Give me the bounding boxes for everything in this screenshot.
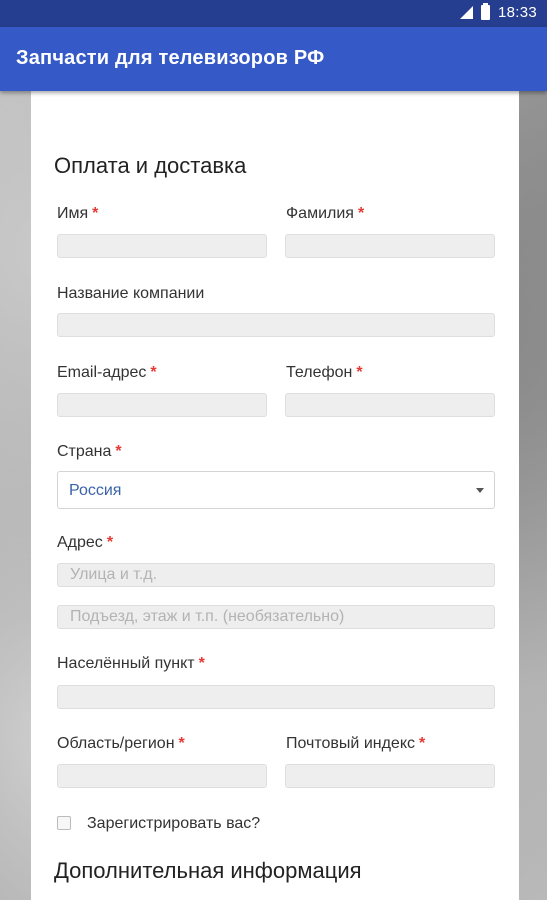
company-label: Название компании [57, 285, 205, 302]
last-name-label-text: Фамилия [286, 205, 354, 222]
country-select[interactable]: Россия [57, 471, 495, 509]
first-name-label-text: Имя [57, 205, 89, 222]
required-mark: * [356, 364, 363, 381]
required-mark: * [419, 735, 426, 752]
phone-label-text: Телефон [286, 364, 353, 381]
postcode-label: Почтовый индекс * [286, 735, 425, 753]
phone-field[interactable] [285, 393, 495, 417]
app-bar: Запчасти для телевизоров РФ [0, 27, 547, 91]
phone-label: Телефон * [286, 364, 363, 382]
register-checkbox[interactable] [57, 816, 71, 830]
address-line1-field[interactable] [57, 563, 495, 587]
region-field[interactable] [57, 764, 267, 788]
country-label: Страна * [57, 443, 122, 461]
city-label: Населённый пункт * [57, 655, 205, 673]
last-name-label: Фамилия * [286, 205, 364, 223]
app-title: Запчасти для телевизоров РФ [16, 47, 325, 69]
region-label-text: Область/регион [57, 735, 175, 752]
required-mark: * [115, 443, 122, 460]
city-field[interactable] [57, 685, 495, 709]
required-mark: * [92, 205, 99, 222]
city-label-text: Населённый пункт [57, 655, 195, 672]
region-label: Область/регион * [57, 735, 185, 753]
address-line2-field[interactable] [57, 605, 495, 629]
required-mark: * [178, 735, 185, 752]
required-mark: * [150, 364, 157, 381]
first-name-label: Имя * [57, 205, 98, 223]
status-icons: 18:33 [459, 3, 537, 21]
last-name-field[interactable] [285, 234, 495, 258]
email-label-text: Email-адрес [57, 364, 147, 381]
email-label: Email-адрес * [57, 364, 157, 382]
additional-section-title: Дополнительная информация [54, 858, 362, 883]
required-mark: * [106, 534, 114, 551]
battery-icon [480, 3, 490, 20]
checkout-form: Оплата и доставка Имя * Фамилия * Название… [31, 91, 519, 900]
postcode-label-text: Почтовый индекс [286, 735, 415, 752]
register-checkbox-label[interactable]: Зарегистрировать вас? [87, 815, 260, 833]
required-mark: * [357, 205, 365, 222]
company-field[interactable] [57, 313, 495, 337]
signal-icon [459, 6, 473, 19]
country-label-text: Страна [57, 443, 112, 460]
status-bar: 18:33 [0, 0, 547, 27]
address-label-text: Адрес [57, 534, 103, 551]
first-name-field[interactable] [57, 234, 267, 258]
status-time: 18:33 [497, 4, 537, 21]
billing-section-title: Оплата и доставка [54, 153, 247, 178]
dropdown-arrow-icon [476, 488, 484, 493]
country-select-value: Россия [69, 482, 122, 499]
required-mark: * [198, 655, 205, 672]
address-label: Адрес * [57, 534, 113, 552]
email-field[interactable] [57, 393, 267, 417]
postcode-field[interactable] [285, 764, 495, 788]
